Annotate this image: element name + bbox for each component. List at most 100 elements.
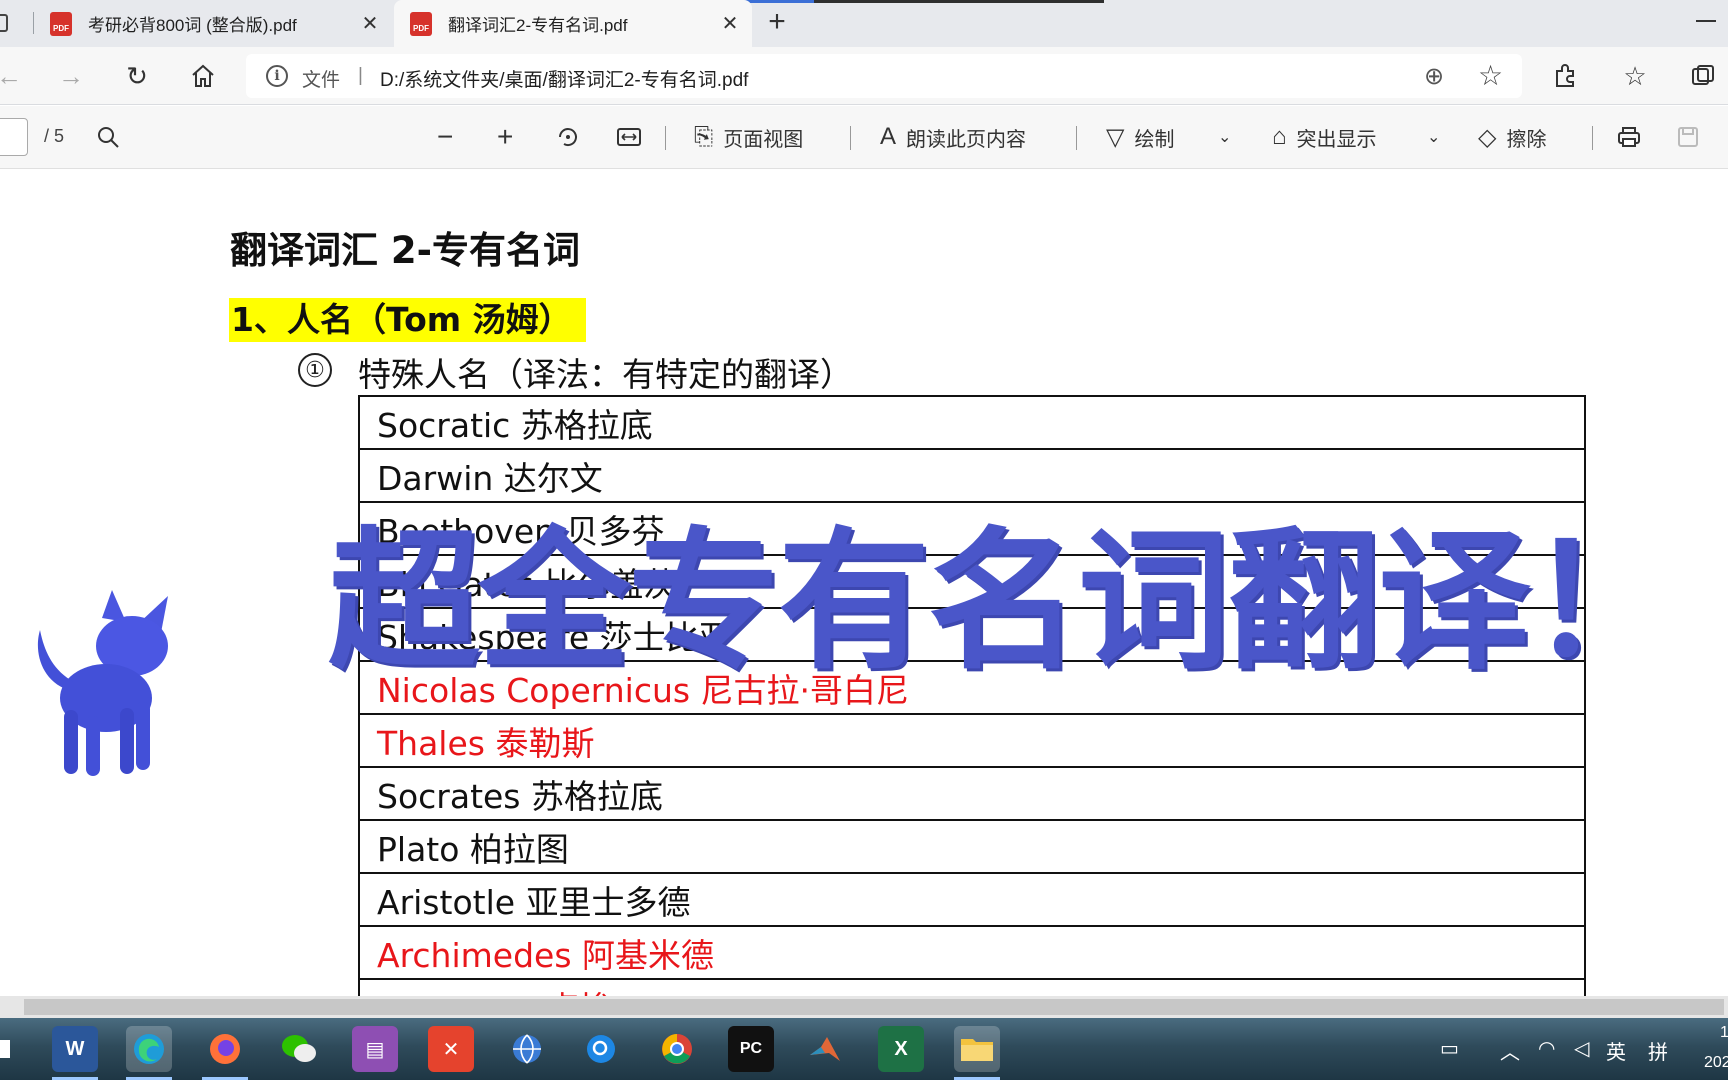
zoom-out-icon[interactable]: − xyxy=(437,118,453,156)
pycharm-icon[interactable]: PC xyxy=(728,1026,774,1072)
rotate-icon[interactable] xyxy=(555,118,581,156)
address-bar[interactable]: i 文件 | D:/系统文件夹/桌面/翻译词汇2-专有名词.pdf ⊕ ☆ xyxy=(246,54,1522,98)
ime-mode[interactable]: 拼 xyxy=(1648,1036,1668,1065)
network-globe-icon[interactable] xyxy=(504,1026,550,1072)
draw-dropdown-chevron-icon[interactable]: ⌄ xyxy=(1218,118,1231,156)
page-number-input[interactable] xyxy=(0,118,28,156)
page-view-label: 页面视图 xyxy=(723,128,804,151)
erase-button[interactable]: ◇ 擦除 xyxy=(1478,118,1546,156)
zoom-in-icon[interactable]: + xyxy=(497,118,513,156)
volume-icon[interactable]: ◁ xyxy=(1574,1036,1589,1061)
draw-icon: ▽ xyxy=(1106,123,1125,151)
section-heading: 1、人名（Tom 汤姆） xyxy=(229,298,586,342)
home-icon[interactable] xyxy=(186,59,220,93)
subsection-heading: 特殊人名（译法：有特定的翻译） xyxy=(358,355,853,394)
table-row: Thales 泰勒斯 xyxy=(358,713,1586,768)
name-cell: Archimedes 阿基米德 xyxy=(358,925,1586,980)
scrollbar-thumb[interactable] xyxy=(24,999,1724,1015)
firefox-icon[interactable] xyxy=(202,1026,248,1072)
print-icon[interactable] xyxy=(1616,118,1642,156)
page-view-button[interactable]: ⎘ 页面视图 xyxy=(694,118,803,156)
tab-actions-icon[interactable] xyxy=(0,14,8,32)
word-icon[interactable]: W xyxy=(52,1026,98,1072)
table-row: Socrates 苏格拉底 xyxy=(358,766,1586,821)
highlight-dropdown-chevron-icon[interactable]: ⌄ xyxy=(1427,118,1440,156)
navigation-bar: ← → ↻ i 文件 | D:/系统文件夹/桌面/翻译词汇2-专有名词.pdf … xyxy=(0,47,1728,105)
extensions-icon[interactable] xyxy=(1548,59,1582,93)
forward-arrow-icon[interactable]: → xyxy=(54,59,88,93)
table-row: Rousseau 卢梭 xyxy=(358,978,1586,996)
pdf-icon: PDF xyxy=(50,11,72,36)
clock-time[interactable]: 1 xyxy=(1720,1024,1728,1042)
table-row: Aristotle 亚里士多德 xyxy=(358,872,1586,927)
highlight-icon: ⌂ xyxy=(1272,123,1287,150)
tab-translation-vocab[interactable]: PDF 翻译词汇2-专有名词.pdf ✕ xyxy=(394,0,752,47)
refresh-icon[interactable]: ↻ xyxy=(120,59,154,93)
file-explorer-icon[interactable] xyxy=(954,1026,1000,1072)
eraser-icon: ◇ xyxy=(1478,123,1497,151)
wechat-icon[interactable] xyxy=(276,1026,322,1072)
toolbar-divider xyxy=(665,126,666,150)
start-icon[interactable] xyxy=(0,1040,10,1058)
name-cell: Aristotle 亚里士多德 xyxy=(358,872,1586,927)
clock-date[interactable]: 202 xyxy=(1704,1054,1728,1072)
winrar-icon[interactable]: ▤ xyxy=(352,1026,398,1072)
erase-label: 擦除 xyxy=(1506,128,1547,151)
excel-icon[interactable]: X xyxy=(878,1026,924,1072)
edge-icon[interactable] xyxy=(126,1026,172,1072)
news-widget-icon[interactable]: ▭ xyxy=(1440,1036,1459,1061)
zoom-icon[interactable]: ⊕ xyxy=(1424,62,1444,91)
toolbar-divider xyxy=(850,126,851,150)
subsection-number: ① xyxy=(298,353,332,387)
show-hidden-icons-chevron-icon[interactable]: ︿ xyxy=(1500,1036,1520,1065)
table-row: Archimedes 阿基米德 xyxy=(358,925,1586,980)
back-arrow-icon[interactable]: ← xyxy=(0,59,26,93)
search-app-icon[interactable] xyxy=(578,1026,624,1072)
favorites-icon[interactable]: ☆ xyxy=(1618,59,1652,93)
wifi-icon[interactable]: ◠ xyxy=(1538,1036,1555,1061)
read-aloud-icon: A xyxy=(880,123,897,150)
matlab-icon[interactable] xyxy=(802,1026,848,1072)
name-cell: Plato 柏拉图 xyxy=(358,819,1586,874)
add-favorite-icon[interactable]: ☆ xyxy=(1478,59,1503,92)
chrome-icon[interactable] xyxy=(654,1026,700,1072)
search-icon[interactable] xyxy=(96,118,120,156)
minimize-window-button[interactable] xyxy=(1696,20,1716,22)
pdf-toolbar: / 5 − + ⎘ 页面视图 A 朗读此页内容 ▽ 绘制 ⌄ ⌂ 突出显示 ⌄ … xyxy=(0,106,1728,169)
xmind-icon[interactable]: ✕ xyxy=(428,1026,474,1072)
tab-kaoyan-800[interactable]: PDF 考研必背800词 (整合版).pdf ✕ xyxy=(34,0,392,47)
name-cell: Thales 泰勒斯 xyxy=(358,713,1586,768)
name-cell: Socrates 苏格拉底 xyxy=(358,766,1586,821)
toolbar-divider xyxy=(1592,126,1593,150)
toolbar-divider xyxy=(1076,126,1077,150)
highlight-label: 突出显示 xyxy=(1296,128,1377,151)
loading-bar-progress xyxy=(742,0,814,3)
table-row: Plato 柏拉图 xyxy=(358,819,1586,874)
close-tab-icon[interactable]: ✕ xyxy=(358,11,382,35)
new-tab-button[interactable]: + xyxy=(762,7,792,38)
fit-width-icon[interactable] xyxy=(616,118,642,156)
table-row: Socratic 苏格拉底 xyxy=(358,395,1586,450)
url-text[interactable]: D:/系统文件夹/桌面/翻译词汇2-专有名词.pdf xyxy=(380,65,748,92)
tab-title: 考研必背800词 (整合版).pdf xyxy=(88,16,297,35)
draw-label: 绘制 xyxy=(1134,128,1175,151)
name-cell: Rousseau 卢梭 xyxy=(358,978,1586,996)
url-separator: | xyxy=(358,65,363,86)
page-view-icon: ⎘ xyxy=(694,123,714,150)
info-icon[interactable]: i xyxy=(266,65,288,87)
close-tab-icon[interactable]: ✕ xyxy=(718,11,742,35)
horizontal-scrollbar[interactable] xyxy=(0,996,1728,1018)
document-title: 翻译词汇 2-专有名词 xyxy=(230,229,580,272)
url-scheme-label: 文件 xyxy=(302,70,341,91)
collections-icon[interactable] xyxy=(1686,59,1720,93)
page-count: / 5 xyxy=(44,126,65,146)
tab-strip: PDF 考研必背800词 (整合版).pdf ✕ PDF 翻译词汇2-专有名词.… xyxy=(0,0,1728,47)
read-aloud-button[interactable]: A 朗读此页内容 xyxy=(880,118,1026,156)
highlight-button[interactable]: ⌂ 突出显示 xyxy=(1272,118,1377,156)
save-icon[interactable] xyxy=(1676,118,1700,156)
cat-sticker-icon xyxy=(37,590,168,776)
ime-language[interactable]: 英 xyxy=(1606,1036,1626,1065)
name-cell: Socratic 苏格拉底 xyxy=(358,395,1586,450)
read-aloud-label: 朗读此页内容 xyxy=(906,128,1027,151)
draw-button[interactable]: ▽ 绘制 xyxy=(1106,118,1174,156)
